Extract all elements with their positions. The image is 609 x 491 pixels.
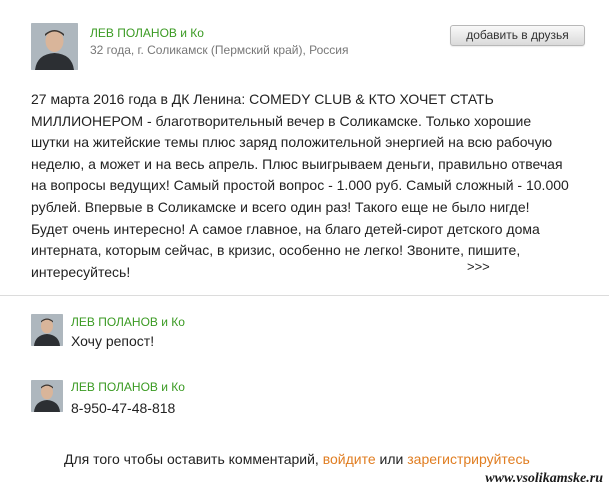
comment-author-avatar[interactable]	[31, 380, 63, 412]
post-text-line: интересуйтесь!	[31, 263, 131, 280]
divider	[0, 295, 609, 296]
comment-text: 8-950-47-48-818	[71, 400, 176, 416]
post-text-line: неделю, а может и на весь апрель. Плюс в…	[31, 155, 563, 172]
post-text-line: интерната, которым сейчас, в кризис, осо…	[31, 242, 521, 259]
person-photo-icon	[31, 380, 63, 412]
post-author-meta: 32 года, г. Соликамск (Пермский край), Р…	[90, 43, 349, 57]
comment-login-prompt: Для того чтобы оставить комментарий, вой…	[64, 451, 530, 467]
post-text-line: шутки на житейские темы плюс заряд полож…	[31, 134, 553, 151]
post-text: 27 марта 2016 года в ДК Ленина: COMEDY C…	[31, 89, 571, 283]
register-link[interactable]: зарегистрируйтесь	[407, 451, 530, 467]
comment-author-name[interactable]: ЛЕВ ПОЛАНОВ и Ко	[71, 380, 185, 394]
add-friend-button[interactable]: добавить в друзья	[450, 25, 585, 46]
person-photo-icon	[31, 314, 63, 346]
comment-author-name[interactable]: ЛЕВ ПОЛАНОВ и Ко	[71, 315, 185, 329]
post-text-line: МИЛЛИОНЕРОМ - благотворительный вечер в …	[31, 112, 532, 129]
comment-author-avatar[interactable]	[31, 314, 63, 346]
login-link[interactable]: войдите	[323, 451, 376, 467]
post-text-line: рублей. Впервые в Соликамске и всего оди…	[31, 198, 530, 215]
comment-text: Хочу репост!	[71, 333, 155, 349]
site-watermark: www.vsolikamske.ru	[485, 471, 603, 486]
post-text-line: на вопросы ведущих! Самый простой вопрос…	[31, 177, 569, 194]
post-text-line: 27 марта 2016 года в ДК Ленина: COMEDY C…	[31, 91, 494, 107]
post-text-line: Будет очень интересно! А самое главное, …	[31, 220, 540, 237]
post-author-avatar[interactable]	[31, 23, 78, 70]
login-prompt-text: Для того чтобы оставить комментарий,	[64, 451, 319, 467]
person-photo-icon	[31, 23, 78, 70]
post-author-name[interactable]: ЛЕВ ПОЛАНОВ и Ко	[90, 26, 204, 40]
login-prompt-or: или	[379, 451, 404, 467]
read-more-link[interactable]: >>>	[467, 259, 490, 274]
